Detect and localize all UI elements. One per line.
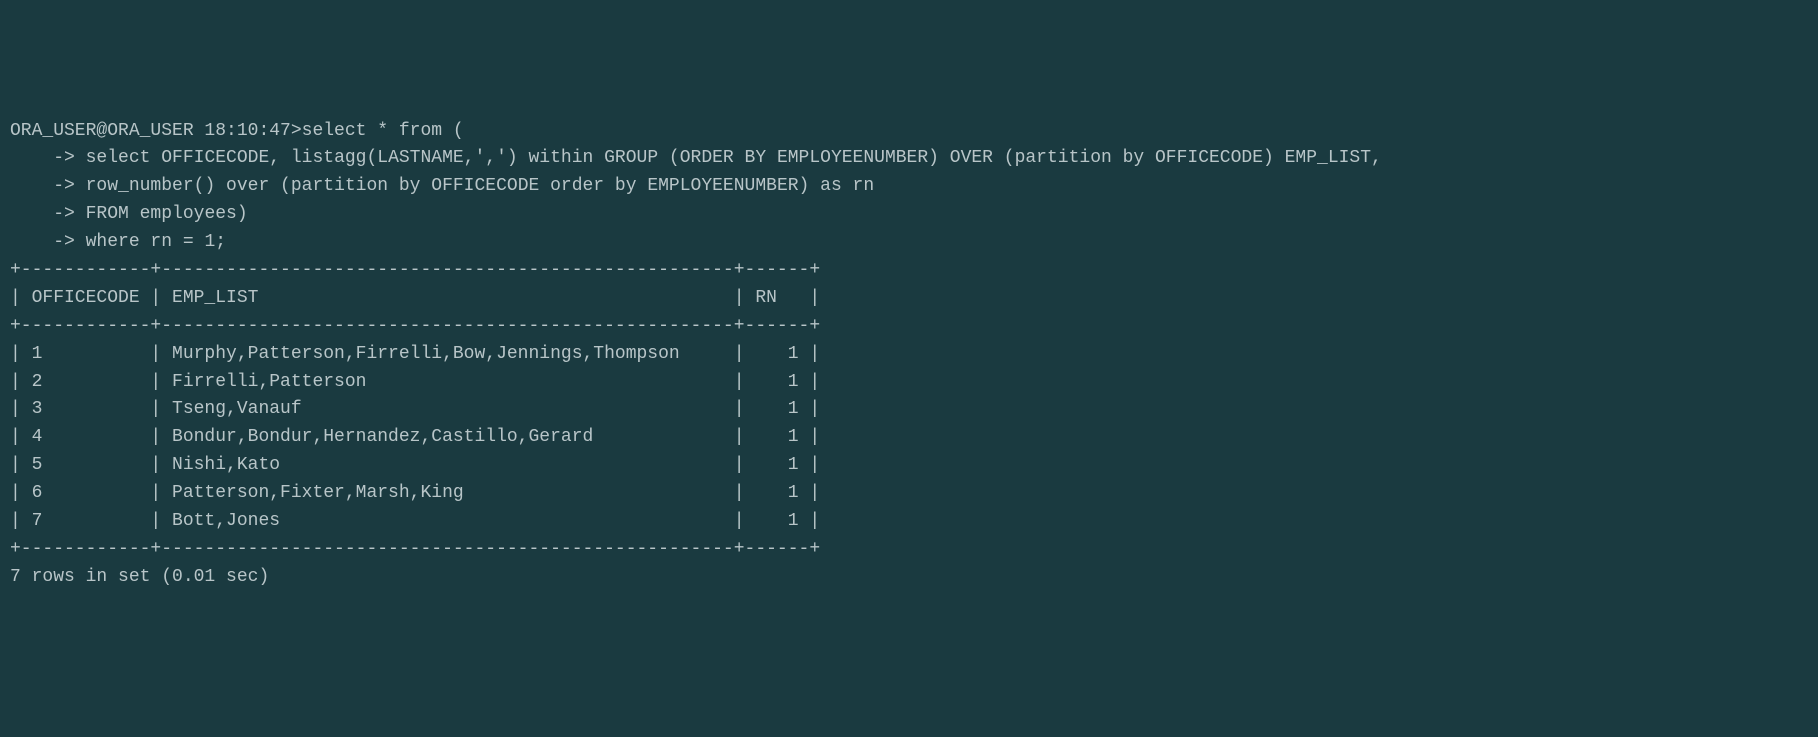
continuation-prefix: -> <box>10 232 86 252</box>
query-line-4: -> FROM employees) <box>10 201 1808 229</box>
table-row: | 2 | Firrelli,Patterson | 1 | <box>10 369 1808 397</box>
table-row: | 3 | Tseng,Vanauf | 1 | <box>10 396 1808 424</box>
sql-text-2: select OFFICECODE, listagg(LASTNAME,',')… <box>86 148 1382 168</box>
query-line-1: ORA_USER@ORA_USER 18:10:47>select * from… <box>10 118 1808 146</box>
query-line-3: -> row_number() over (partition by OFFIC… <box>10 173 1808 201</box>
continuation-prefix: -> <box>10 148 86 168</box>
continuation-prefix: -> <box>10 204 86 224</box>
table-header-row: | OFFICECODE | EMP_LIST | RN | <box>10 285 1808 313</box>
table-row: | 1 | Murphy,Patterson,Firrelli,Bow,Jenn… <box>10 341 1808 369</box>
table-border-mid: +------------+--------------------------… <box>10 313 1808 341</box>
table-row: | 5 | Nishi,Kato | 1 | <box>10 452 1808 480</box>
sql-prompt: ORA_USER@ORA_USER 18:10:47> <box>10 121 302 141</box>
status-line: 7 rows in set (0.01 sec) <box>10 564 1808 592</box>
sql-text-5: where rn = 1; <box>86 232 226 252</box>
query-line-2: -> select OFFICECODE, listagg(LASTNAME,'… <box>10 145 1808 173</box>
sql-text-1: select * from ( <box>302 121 464 141</box>
table-border-top: +------------+--------------------------… <box>10 257 1808 285</box>
table-row: | 6 | Patterson,Fixter,Marsh,King | 1 | <box>10 480 1808 508</box>
table-row: | 4 | Bondur,Bondur,Hernandez,Castillo,G… <box>10 424 1808 452</box>
sql-text-3: row_number() over (partition by OFFICECO… <box>86 176 875 196</box>
sql-text-4: FROM employees) <box>86 204 248 224</box>
query-line-5: -> where rn = 1; <box>10 229 1808 257</box>
table-row: | 7 | Bott,Jones | 1 | <box>10 508 1808 536</box>
continuation-prefix: -> <box>10 176 86 196</box>
table-border-bottom: +------------+--------------------------… <box>10 536 1808 564</box>
